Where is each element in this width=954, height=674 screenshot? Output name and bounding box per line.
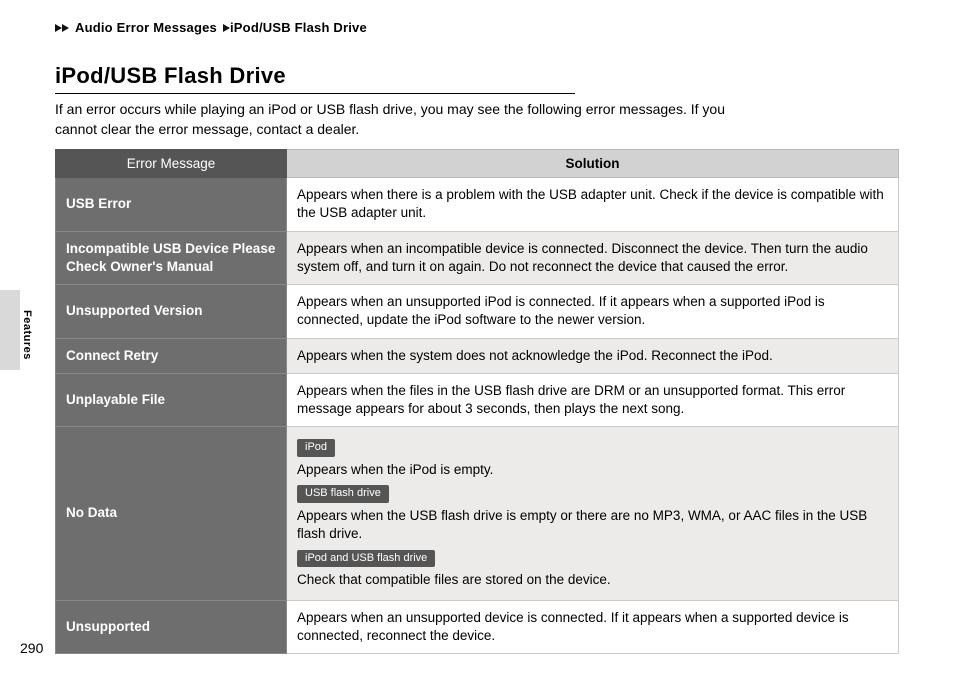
error-message-cell: No Data — [56, 427, 287, 600]
device-chip-usb: USB flash drive — [297, 485, 389, 503]
no-data-ipod-text: Appears when the iPod is empty. — [297, 461, 888, 479]
table-row: Unsupported Version Appears when an unsu… — [56, 285, 899, 338]
device-chip-both: iPod and USB flash drive — [297, 550, 435, 568]
solution-cell: Appears when an unsupported iPod is conn… — [287, 285, 899, 338]
table-row: No Data iPod Appears when the iPod is em… — [56, 427, 899, 600]
error-message-cell: Unplayable File — [56, 373, 287, 426]
error-message-cell: Incompatible USB Device Please Check Own… — [56, 231, 287, 284]
header-solution: Solution — [287, 150, 899, 178]
breadcrumb-level-2: iPod/USB Flash Drive — [230, 20, 367, 35]
chevron-right-icon — [55, 24, 62, 32]
solution-cell: Appears when the system does not acknowl… — [287, 338, 899, 373]
error-message-cell: Unsupported — [56, 600, 287, 653]
solution-cell: Appears when the files in the USB flash … — [287, 373, 899, 426]
page-title: iPod/USB Flash Drive — [55, 63, 899, 89]
chevron-right-icon — [62, 24, 69, 32]
header-error-message: Error Message — [56, 150, 287, 178]
table-row: Connect Retry Appears when the system do… — [56, 338, 899, 373]
solution-cell: Appears when there is a problem with the… — [287, 178, 899, 231]
device-chip-ipod: iPod — [297, 439, 335, 457]
table-row: USB Error Appears when there is a proble… — [56, 178, 899, 231]
solution-cell: Appears when an unsupported device is co… — [287, 600, 899, 653]
chevron-right-icon — [223, 24, 230, 32]
title-divider — [55, 93, 575, 94]
table-row: Unsupported Appears when an unsupported … — [56, 600, 899, 653]
intro-text: If an error occurs while playing an iPod… — [55, 100, 755, 139]
solution-cell: Appears when an incompatible device is c… — [287, 231, 899, 284]
no-data-usb-text: Appears when the USB flash drive is empt… — [297, 507, 888, 543]
table-header-row: Error Message Solution — [56, 150, 899, 178]
table-row: Incompatible USB Device Please Check Own… — [56, 231, 899, 284]
no-data-both-text: Check that compatible files are stored o… — [297, 571, 888, 589]
error-message-cell: Unsupported Version — [56, 285, 287, 338]
table-row: Unplayable File Appears when the files i… — [56, 373, 899, 426]
page-number: 290 — [20, 640, 43, 656]
error-message-cell: USB Error — [56, 178, 287, 231]
error-message-cell: Connect Retry — [56, 338, 287, 373]
solution-cell: iPod Appears when the iPod is empty. USB… — [287, 427, 899, 600]
error-table: Error Message Solution USB Error Appears… — [55, 149, 899, 654]
breadcrumb-level-1: Audio Error Messages — [75, 20, 217, 35]
breadcrumb: Audio Error Messages iPod/USB Flash Driv… — [55, 20, 899, 35]
